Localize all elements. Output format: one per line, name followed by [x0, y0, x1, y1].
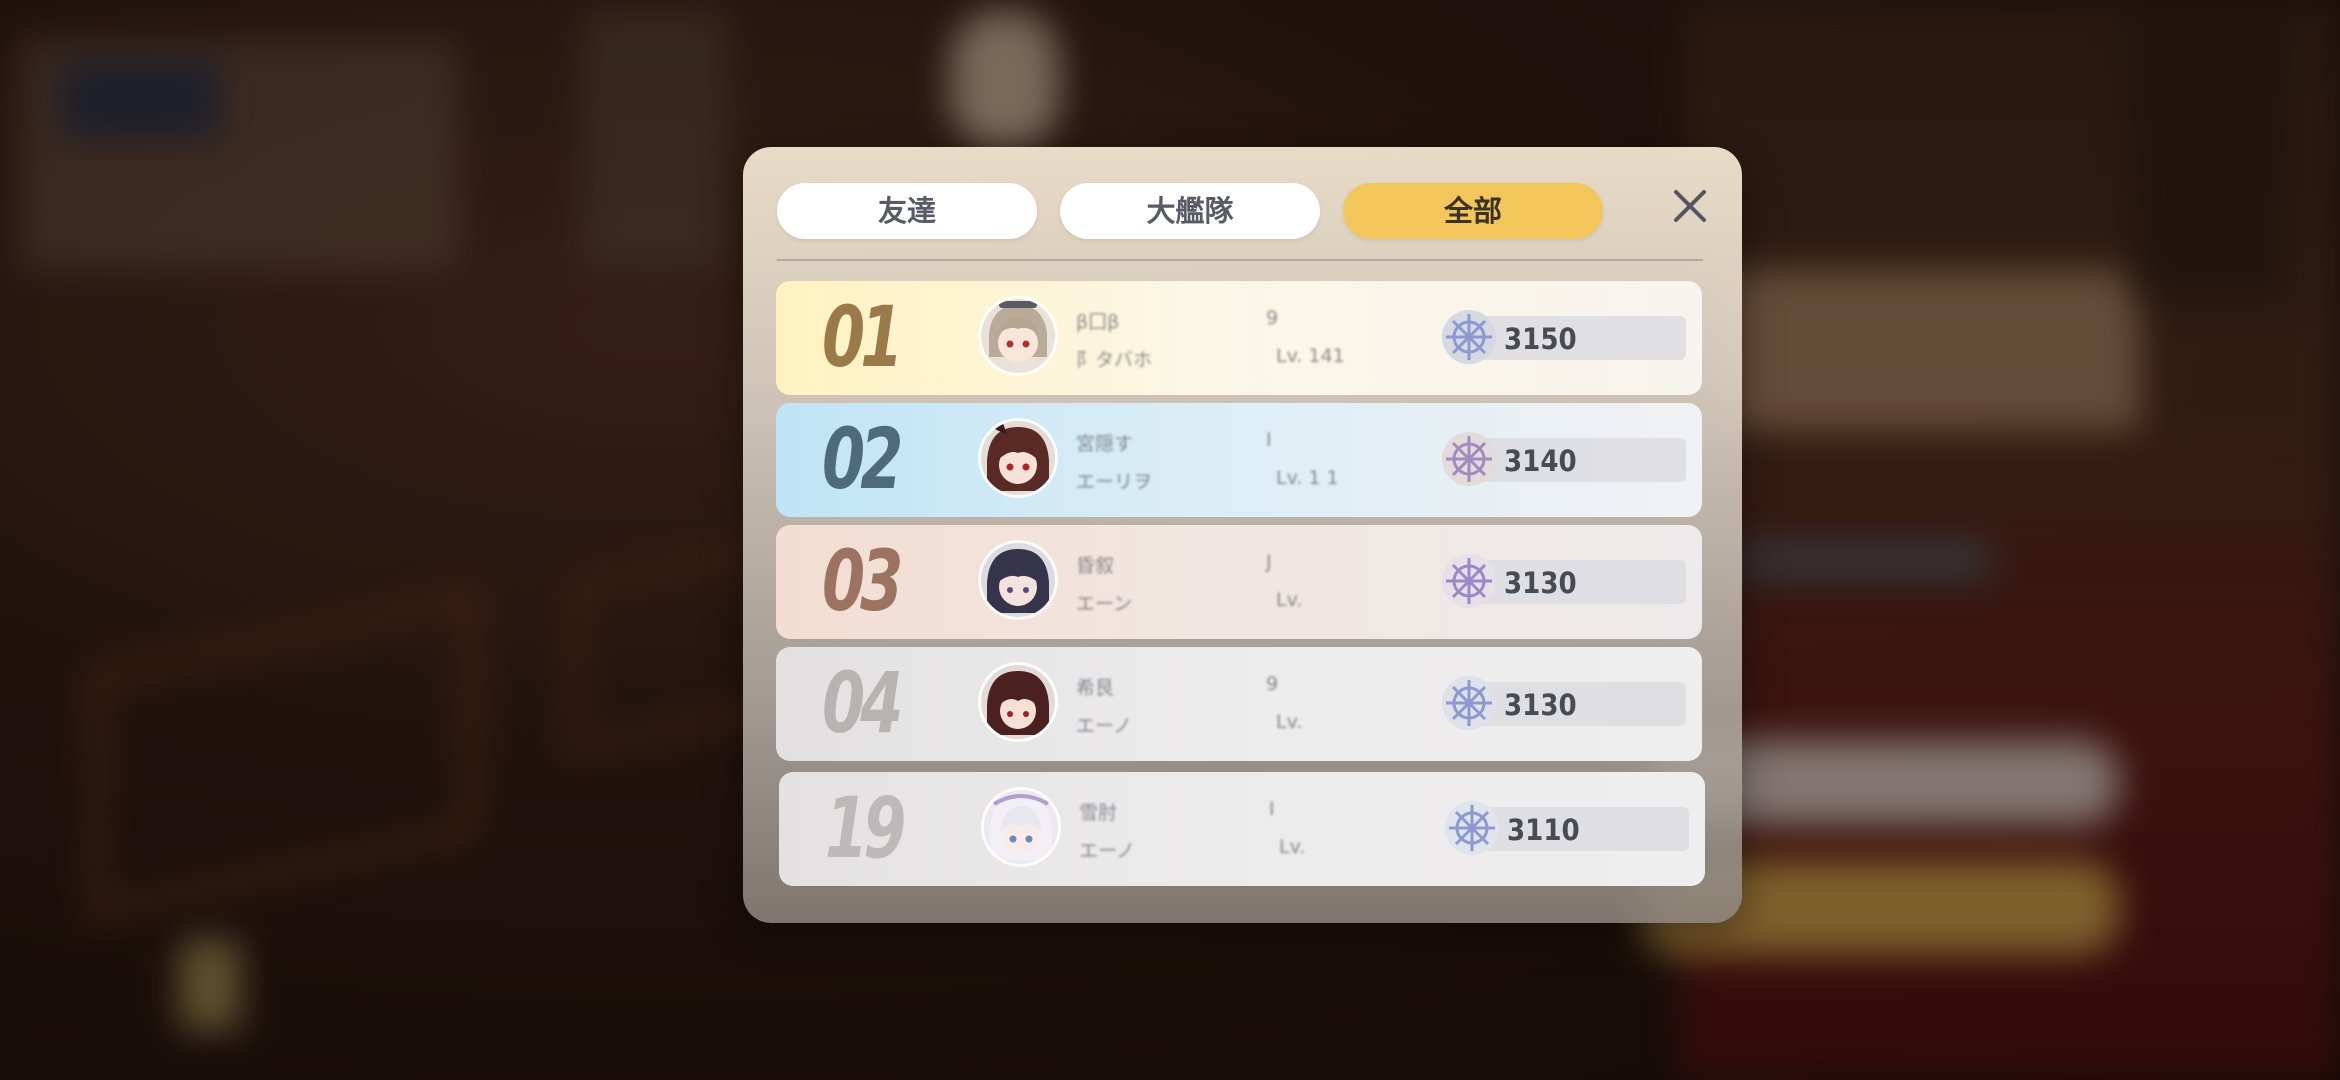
- player-level: Lv. 1 1: [1276, 467, 1339, 489]
- score-value: 3110: [1507, 813, 1580, 847]
- player-level: Lv.: [1279, 836, 1306, 858]
- player-level: Lv.: [1276, 589, 1303, 611]
- player-name: 昏叙: [1076, 555, 1115, 577]
- shield-icon: 9: [1266, 307, 1279, 329]
- shield-icon: 9: [1266, 673, 1279, 695]
- rank-number: 04: [822, 654, 903, 752]
- ship-wheel-icon: [1440, 552, 1498, 610]
- player-level: Lv. 141: [1276, 345, 1345, 367]
- player-level: Lv.: [1276, 711, 1303, 733]
- player-fleet: エーノ: [1076, 715, 1132, 737]
- ship-wheel-icon: [1440, 674, 1498, 732]
- tab-guild[interactable]: 大艦隊: [1060, 183, 1320, 239]
- avatar: [978, 418, 1058, 498]
- avatar: [978, 540, 1058, 620]
- score-value: 3130: [1504, 566, 1577, 600]
- avatar: [978, 296, 1058, 376]
- ship-wheel-icon: [1440, 308, 1498, 366]
- player-fleet: エーン: [1076, 593, 1133, 615]
- avatar: [978, 662, 1058, 742]
- score-value: 3130: [1504, 688, 1577, 722]
- player-name: 宮隠す: [1076, 433, 1134, 455]
- player-fleet: エーリヲ: [1076, 471, 1153, 493]
- tab-all[interactable]: 全部: [1343, 183, 1603, 239]
- tab-divider: [777, 259, 1703, 261]
- player-name: 希艮: [1076, 677, 1115, 699]
- rank-number: 19: [825, 779, 906, 877]
- ranking-dialog: 友達 大艦隊 全部 01 β囗β 阝タバホ 9 Lv. 141 3150 02 …: [743, 147, 1742, 923]
- ranking-row[interactable]: 01 β囗β 阝タバホ 9 Lv. 141 3150: [776, 281, 1702, 395]
- shield-icon: I: [1266, 429, 1272, 451]
- avatar: [981, 787, 1061, 867]
- player-fleet: エーノ: [1079, 840, 1135, 862]
- ranking-row[interactable]: 04 希艮 エーノ 9 Lv. 3130: [776, 647, 1702, 761]
- ranking-row[interactable]: 02 宮隠す エーリヲ I Lv. 1 1 3140: [776, 403, 1702, 517]
- tab-friends[interactable]: 友達: [777, 183, 1037, 239]
- close-icon[interactable]: [1665, 181, 1715, 231]
- player-fleet: 阝タバホ: [1076, 349, 1153, 371]
- ship-wheel-icon: [1440, 430, 1498, 488]
- shield-icon: I: [1269, 798, 1275, 820]
- player-name: 雪肘: [1079, 802, 1118, 824]
- ship-wheel-icon: [1443, 799, 1501, 857]
- player-name: β囗β: [1076, 311, 1120, 333]
- rank-number: 01: [822, 288, 903, 386]
- own-ranking-row[interactable]: 19 雪肘 エーノ I Lv. 3110: [779, 772, 1705, 886]
- shield-icon: J: [1266, 551, 1272, 573]
- score-value: 3140: [1504, 444, 1577, 478]
- rank-number: 03: [822, 532, 903, 630]
- ranking-row[interactable]: 03 昏叙 エーン J Lv. 3130: [776, 525, 1702, 639]
- rank-number: 02: [822, 410, 903, 508]
- score-value: 3150: [1504, 322, 1577, 356]
